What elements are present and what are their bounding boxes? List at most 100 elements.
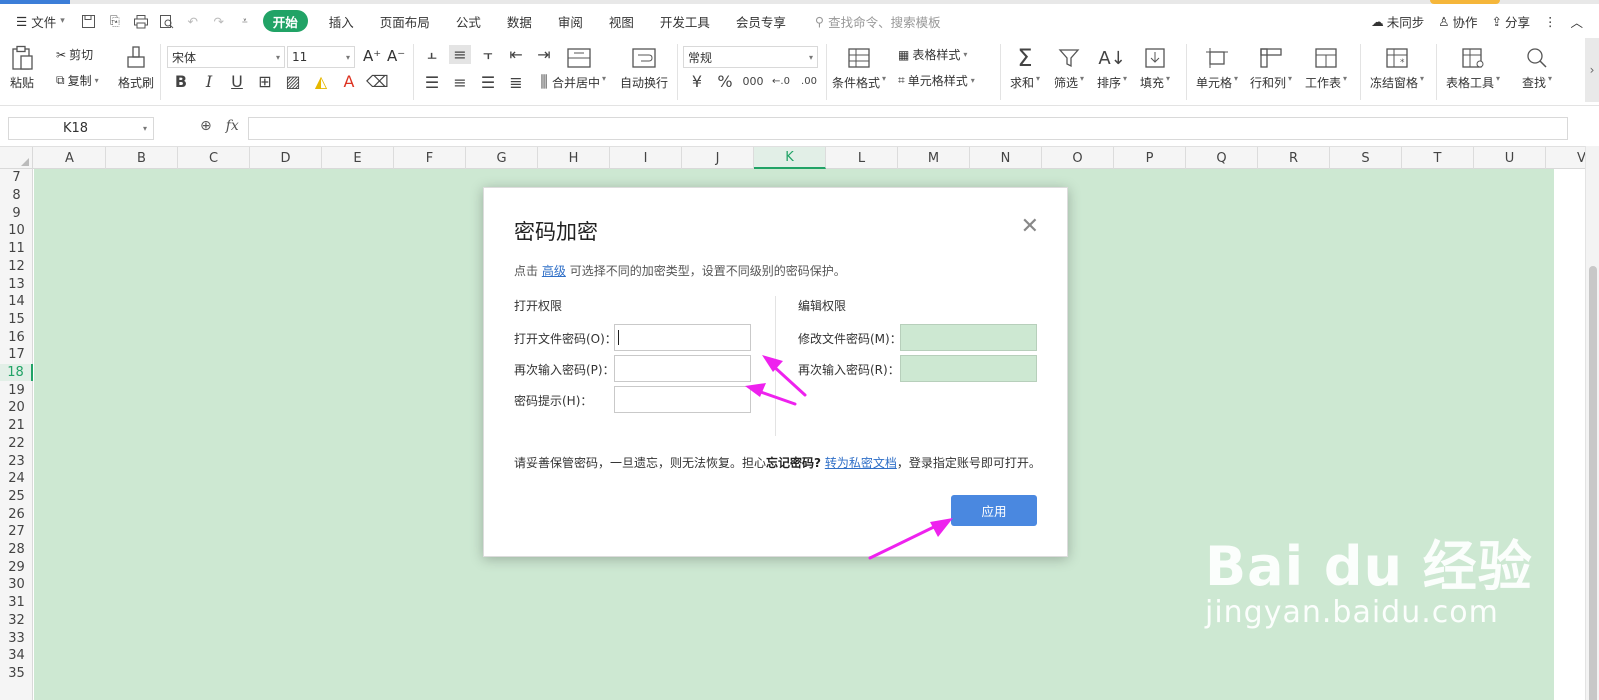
freeze-panes-button[interactable]: * 冻结窗格 ▾: [1370, 42, 1424, 91]
column-header[interactable]: U: [1474, 147, 1546, 169]
private-document-link[interactable]: 转为私密文档: [825, 456, 897, 470]
row-header[interactable]: 30: [0, 576, 33, 594]
sync-status-button[interactable]: ☁ 未同步: [1371, 9, 1424, 33]
column-header[interactable]: C: [178, 147, 250, 169]
formula-input[interactable]: [248, 117, 1568, 140]
apply-button[interactable]: 应用: [951, 495, 1037, 526]
row-header[interactable]: 8: [0, 187, 33, 205]
vertical-scrollbar[interactable]: [1585, 146, 1599, 700]
filter-button[interactable]: 筛选 ▾: [1054, 42, 1084, 91]
file-menu[interactable]: ☰ 文件 ▾: [10, 9, 71, 33]
format-painter-button[interactable]: 格式刷: [118, 42, 154, 91]
column-header[interactable]: R: [1258, 147, 1330, 169]
column-header[interactable]: E: [322, 147, 394, 169]
decrease-decimal-icon[interactable]: .00: [798, 76, 820, 87]
edit-password-confirm-input[interactable]: [900, 355, 1037, 382]
copy-button[interactable]: ⧉ 复制 ▾: [56, 72, 99, 89]
row-header[interactable]: 32: [0, 612, 33, 630]
open-password-confirm-input[interactable]: [614, 355, 751, 382]
select-all-corner[interactable]: [0, 147, 33, 169]
column-header[interactable]: F: [394, 147, 466, 169]
row-header[interactable]: 10: [0, 222, 33, 240]
tab-data[interactable]: 数据: [494, 9, 545, 33]
column-header[interactable]: H: [538, 147, 610, 169]
row-header[interactable]: 24: [0, 470, 33, 488]
tab-member[interactable]: 会员专享: [723, 9, 799, 33]
clear-format-icon[interactable]: ⌫: [366, 72, 389, 91]
worksheet-button[interactable]: 工作表 ▾: [1305, 42, 1347, 91]
increase-font-icon[interactable]: A⁺: [363, 47, 381, 65]
column-header[interactable]: O: [1042, 147, 1114, 169]
cell-button[interactable]: 单元格 ▾: [1196, 42, 1238, 91]
fill-color-icon[interactable]: ◭: [310, 72, 332, 91]
cell-style-button[interactable]: ⌗ 单元格样式 ▾: [898, 72, 975, 89]
align-right-icon[interactable]: ☰: [477, 73, 499, 92]
merge-center-button[interactable]: 合并居中 ▾: [552, 42, 606, 91]
thousands-separator-icon[interactable]: 000: [742, 75, 764, 88]
row-header[interactable]: 25: [0, 488, 33, 506]
row-header[interactable]: 34: [0, 647, 33, 665]
table-style-button[interactable]: ▦ 表格样式 ▾: [898, 46, 967, 63]
row-header[interactable]: 11: [0, 240, 33, 258]
decrease-indent-icon[interactable]: ⇤: [505, 45, 527, 64]
row-header[interactable]: 23: [0, 452, 33, 470]
open-password-input[interactable]: [614, 324, 751, 351]
undo-icon[interactable]: ↶: [181, 9, 205, 33]
row-header[interactable]: 16: [0, 328, 33, 346]
row-header[interactable]: 35: [0, 665, 33, 683]
align-bottom-icon[interactable]: ⫟: [477, 44, 499, 64]
ribbon-scroll-right-icon[interactable]: ›: [1585, 38, 1599, 102]
customize-quick-access-icon[interactable]: ⩡: [233, 9, 257, 33]
column-header[interactable]: I: [610, 147, 682, 169]
row-header[interactable]: 18: [0, 363, 33, 382]
currency-icon[interactable]: ¥: [686, 72, 708, 91]
align-middle-icon[interactable]: ≡: [449, 44, 471, 64]
tab-home[interactable]: 开始: [262, 10, 308, 32]
print-icon[interactable]: [129, 9, 153, 33]
fill-pattern-icon[interactable]: ▨: [282, 72, 304, 91]
tab-page-layout[interactable]: 页面布局: [367, 9, 443, 33]
tab-review[interactable]: 审阅: [545, 9, 596, 33]
redo-icon[interactable]: ↷: [207, 9, 231, 33]
column-header[interactable]: N: [970, 147, 1042, 169]
font-size-select[interactable]: 11 ▾: [287, 46, 355, 68]
row-header[interactable]: 17: [0, 346, 33, 364]
row-header[interactable]: 31: [0, 594, 33, 612]
advanced-link[interactable]: 高级: [542, 264, 566, 278]
column-header[interactable]: T: [1402, 147, 1474, 169]
increase-decimal-icon[interactable]: ←.0: [770, 76, 792, 87]
find-button[interactable]: 查找 ▾: [1522, 42, 1552, 91]
column-header[interactable]: K: [754, 147, 826, 169]
wrap-text-button[interactable]: 自动换行: [620, 42, 668, 91]
tab-developer[interactable]: 开发工具: [647, 9, 723, 33]
row-header[interactable]: 15: [0, 311, 33, 329]
print-preview-icon[interactable]: [155, 9, 179, 33]
borders-icon[interactable]: ⊞: [254, 72, 276, 91]
row-header[interactable]: 14: [0, 293, 33, 311]
row-header[interactable]: 12: [0, 258, 33, 276]
command-search[interactable]: ⚲ 查找命令、搜索模板: [805, 12, 951, 31]
more-menu-icon[interactable]: ⋮: [1544, 9, 1557, 33]
justify-icon[interactable]: ≣: [505, 73, 527, 92]
column-header[interactable]: L: [826, 147, 898, 169]
column-header[interactable]: Q: [1186, 147, 1258, 169]
collapse-ribbon-icon[interactable]: ︿: [1570, 9, 1583, 33]
column-header[interactable]: G: [466, 147, 538, 169]
name-box[interactable]: K18 ▾: [8, 117, 154, 140]
align-top-icon[interactable]: ⫠: [421, 44, 443, 64]
row-header[interactable]: 27: [0, 523, 33, 541]
collaborate-button[interactable]: ♙ 协作: [1438, 9, 1477, 33]
column-header[interactable]: B: [106, 147, 178, 169]
decrease-font-icon[interactable]: A⁻: [387, 47, 405, 65]
save-icon[interactable]: [77, 9, 101, 33]
bold-icon[interactable]: B: [170, 72, 192, 91]
row-header[interactable]: 9: [0, 204, 33, 222]
row-header[interactable]: 19: [0, 381, 33, 399]
edit-password-input[interactable]: [900, 324, 1037, 351]
close-icon[interactable]: ✕: [1021, 216, 1039, 238]
zoom-formula-icon[interactable]: ⊕: [200, 118, 212, 134]
paste-button[interactable]: 粘贴: [10, 42, 34, 91]
underline-icon[interactable]: U: [226, 72, 248, 91]
align-center-icon[interactable]: ≡: [449, 73, 471, 92]
column-header[interactable]: J: [682, 147, 754, 169]
